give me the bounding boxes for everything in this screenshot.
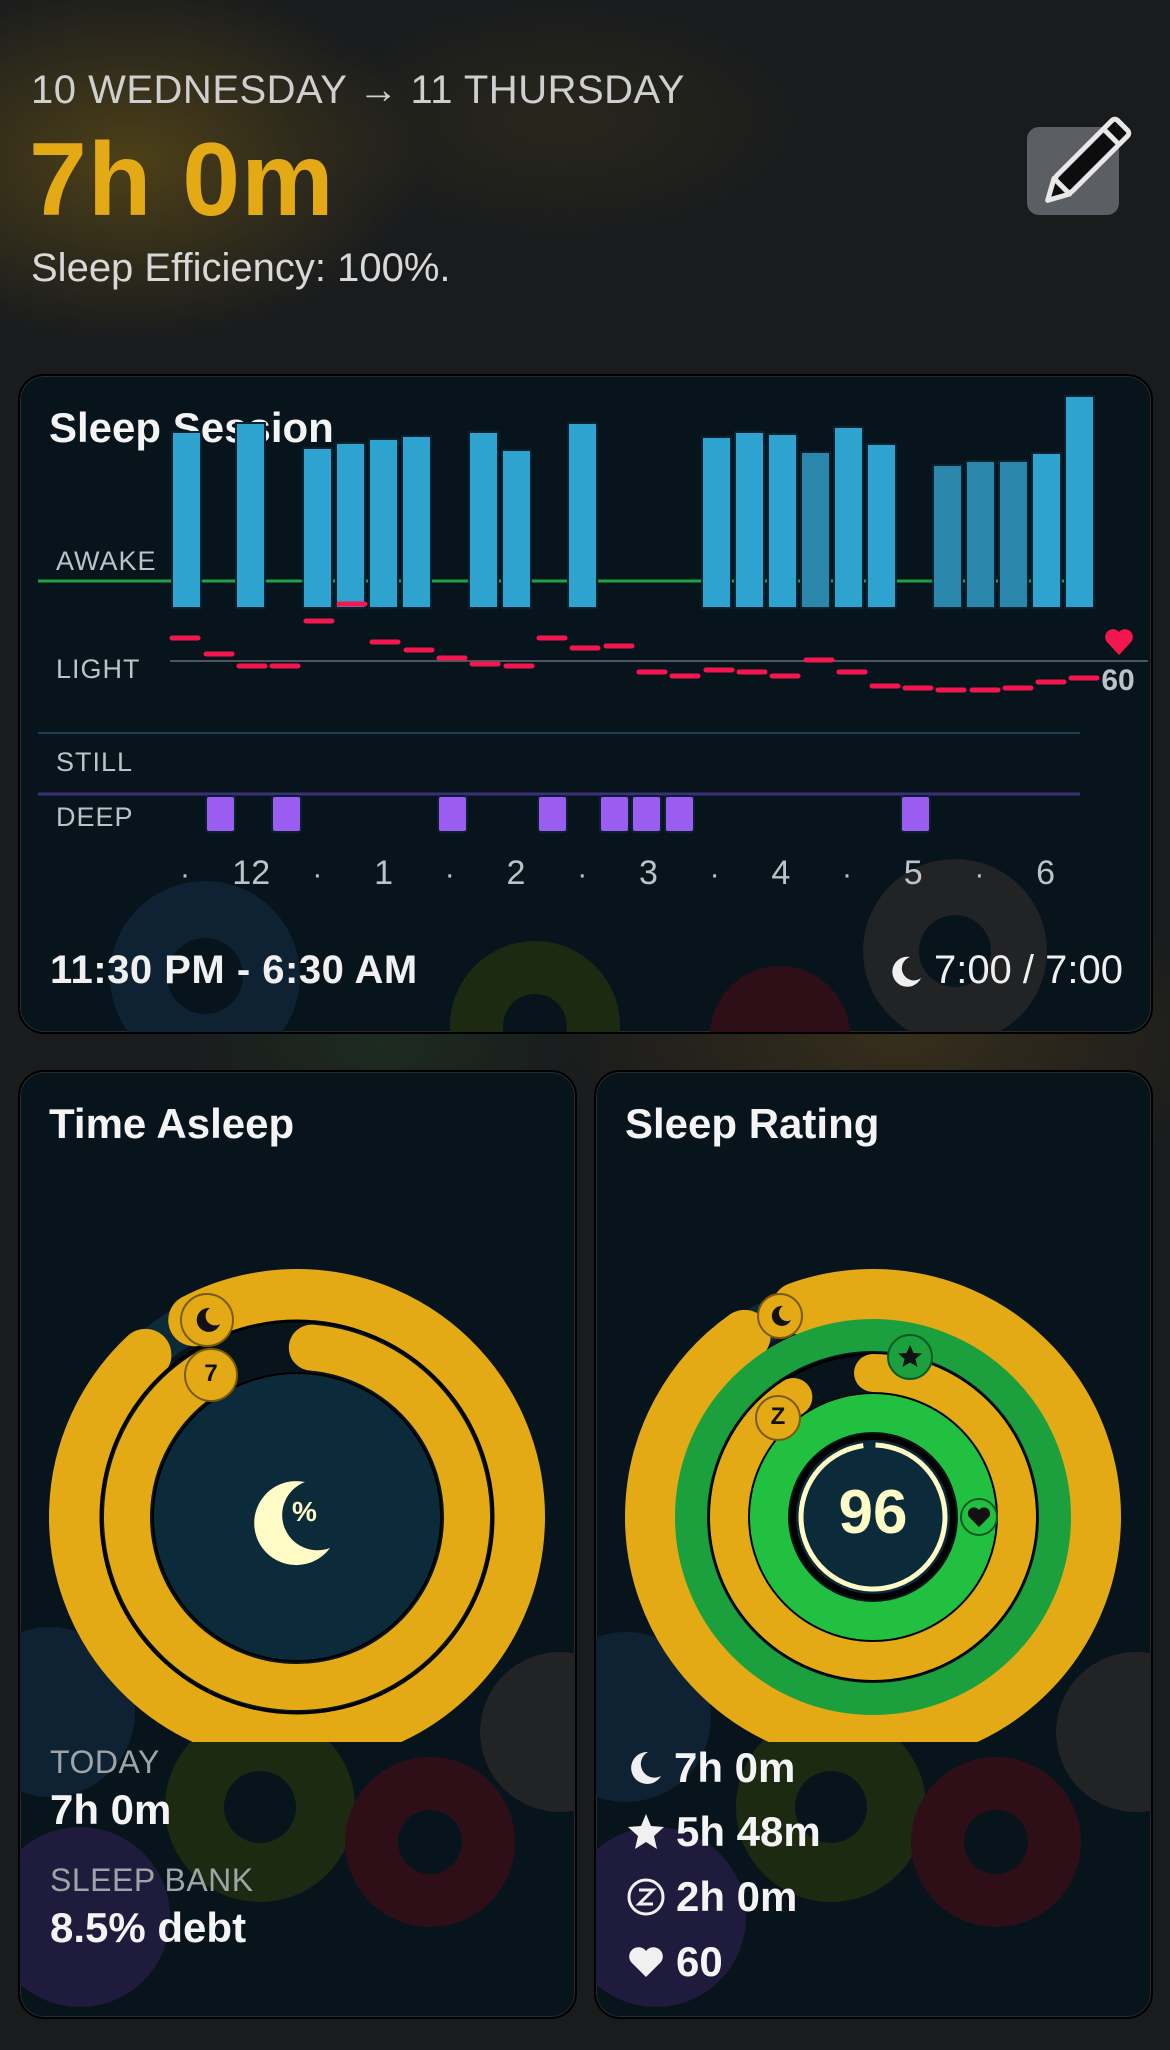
deep-bar [537,795,568,833]
rating-quality-value: 5h 48m [676,1808,821,1855]
still-bar [998,460,1029,609]
deep-bar [437,795,468,833]
still-bar [932,464,963,609]
rating-duration-value: 7h 0m [674,1744,796,1791]
heart-icon [629,1947,663,1977]
still-bar [335,442,366,609]
still-bar [767,433,798,609]
sleep-bank-value: 8.5% debt [50,1904,247,1951]
deep-bar [664,795,695,833]
still-bar [468,431,499,609]
date-range: 10 WEDNESDAY → 11 THURSDAY [31,68,685,112]
rating-heart-value: 60 [676,1938,723,1985]
time-asleep-title: Time Asleep [49,1100,295,1147]
still-bar [734,431,765,609]
still-bar [701,436,732,609]
time-tick-label: 6 [1036,854,1055,892]
time-tick-label: 3 [639,854,658,892]
z-circle-icon [627,1878,665,1916]
percent-symbol: % [292,1496,317,1527]
still-bar [1031,452,1062,609]
time-tick-label: 1 [374,854,393,892]
ring-badge-label: 7 [204,1360,218,1387]
time-tick-label: · [710,858,720,891]
time-asleep-rings [48,1269,545,1742]
time-tick-label: 2 [507,854,526,892]
stage-label: LIGHT [56,654,141,684]
moon-icon [631,1751,661,1784]
sleep-bank-label: SLEEP BANK [50,1862,254,1898]
still-bar [866,443,897,609]
today-value: 7h 0m [50,1786,172,1833]
still-bar [965,460,996,609]
time-tick-label: 12 [232,854,270,892]
still-bar [800,451,831,609]
sleep-stage-chart: AWAKE LIGHT STILL DEEP 60 · 12 · 1 · 2 · 3 · 4 · 5 · 6 [38,395,1148,892]
stage-label: DEEP [56,802,134,832]
pencil-icon [1045,116,1132,203]
sleep-rating-card[interactable]: Sleep Rating Z 96 7h 0m 5h 48m 2h 0m 60 [594,1070,1153,2019]
time-tick-label: 5 [904,854,923,892]
stage-label: STILL [56,747,133,777]
sleep-session-card[interactable]: Sleep Session AWAKE LIGHT STILL DEEP 60 · 12 · 1… [18,374,1153,1034]
rating-row-duration: 7h 0m [626,1744,795,1792]
rating-deep-value: 2h 0m [676,1873,798,1920]
moon-icon [892,956,921,987]
deep-bar [900,795,931,833]
still-bar [171,431,202,609]
time-asleep-card[interactable]: Time Asleep 7 % TODAY 7h 0m SLEEP BANK 8… [18,1070,577,2019]
time-tick-label: 4 [771,854,790,892]
sleep-rating-rings [625,1269,1121,1742]
still-bar [302,447,333,609]
still-bar [501,449,532,609]
stage-label: AWAKE [56,546,157,576]
time-tick-label: · [974,858,984,891]
sleep-efficiency: Sleep Efficiency: 100%. [31,246,451,290]
sleep-duration: 7h 0m [29,122,335,238]
still-bar [1064,395,1095,609]
still-bar [401,435,432,609]
sleep-rating-title: Sleep Rating [625,1100,880,1147]
heart-rate-label: 60 [1101,664,1134,697]
session-goal: 7:00 / 7:00 [890,948,1123,993]
time-tick-label: · [842,858,852,891]
time-tick-label: · [577,858,587,891]
today-label: TODAY [50,1744,160,1780]
still-bar [235,422,266,609]
still-bar [368,438,399,609]
still-bar [567,422,598,609]
star-icon [628,1814,664,1849]
rating-row-deep: 2h 0m [626,1873,797,1921]
time-tick-label: · [445,858,455,891]
z-badge-label: Z [770,1403,786,1430]
time-tick-label: · [312,858,322,891]
time-tick-label: · [180,858,190,891]
deep-bar [599,795,630,833]
session-goal-value: 7:00 / 7:00 [933,948,1123,992]
edit-button[interactable] [1027,116,1132,215]
heart-rate-icon [1105,629,1133,655]
still-bar [833,426,864,609]
session-time-range: 11:30 PM - 6:30 AM [50,948,418,992]
rating-row-quality: 5h 48m [626,1808,821,1856]
sleep-score: 96 [838,1478,908,1547]
deep-bar [205,795,236,833]
rating-row-heart: 60 [626,1938,723,1986]
deep-bar [631,795,662,833]
deep-bar [271,795,302,833]
